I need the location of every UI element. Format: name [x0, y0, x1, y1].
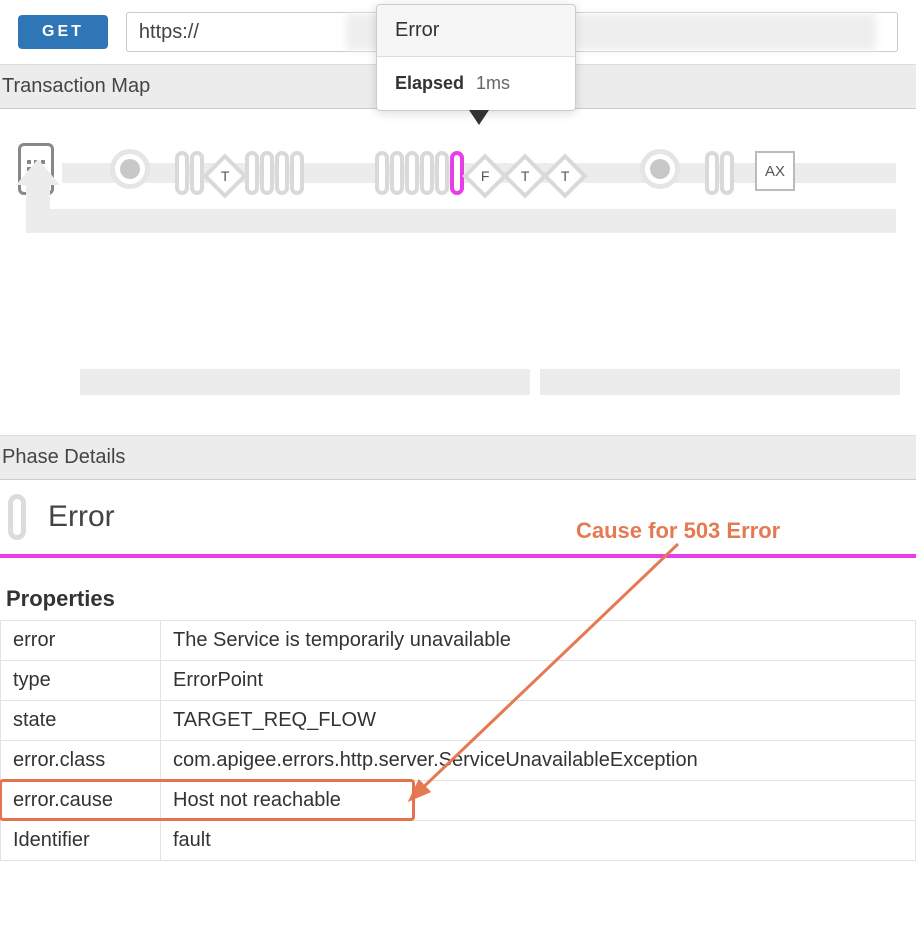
return-arrow-icon — [16, 159, 60, 185]
tooltip-title: Error — [377, 5, 575, 57]
http-method-button[interactable]: GET — [18, 15, 108, 49]
property-key: Identifier — [1, 821, 161, 861]
policy-step[interactable] — [705, 151, 719, 195]
policy-step-selected[interactable] — [450, 151, 464, 195]
properties-panel: Properties errorThe Service is temporari… — [0, 558, 916, 861]
condition-step[interactable]: F — [462, 153, 507, 198]
condition-label: T — [561, 168, 570, 184]
property-key: error — [1, 621, 161, 661]
table-row: Identifierfault — [1, 821, 916, 861]
annotation-label: Cause for 503 Error — [576, 518, 780, 544]
table-row: error.causeHost not reachable — [1, 781, 916, 821]
section-phase-details: Phase Details — [0, 435, 916, 480]
tooltip-elapsed-value: 1ms — [476, 73, 510, 94]
policy-step[interactable] — [290, 151, 304, 195]
property-value: The Service is temporarily unavailable — [161, 621, 916, 661]
property-key: state — [1, 701, 161, 741]
return-flow-bar — [26, 183, 50, 233]
timeline-track[interactable] — [80, 369, 898, 395]
policy-step[interactable] — [245, 151, 259, 195]
policy-step[interactable] — [260, 151, 274, 195]
transaction-map: T F T T AX — [0, 109, 916, 289]
condition-label: T — [521, 168, 530, 184]
table-row: errorThe Service is temporarily unavaila… — [1, 621, 916, 661]
flow-node[interactable] — [640, 149, 680, 189]
property-value: com.apigee.errors.http.server.ServiceUna… — [161, 741, 916, 781]
property-key: type — [1, 661, 161, 701]
tooltip-body: Elapsed 1ms — [377, 57, 575, 110]
policy-step[interactable] — [390, 151, 404, 195]
properties-title: Properties — [0, 586, 916, 620]
condition-step[interactable]: T — [542, 153, 587, 198]
redaction-blur — [576, 14, 876, 50]
table-row: typeErrorPoint — [1, 661, 916, 701]
phase-title: Error — [48, 500, 115, 534]
flow-node[interactable] — [110, 149, 150, 189]
condition-label: T — [221, 168, 230, 184]
policy-step[interactable] — [420, 151, 434, 195]
analytics-step[interactable]: AX — [755, 151, 795, 191]
properties-table: errorThe Service is temporarily unavaila… — [0, 620, 916, 861]
property-value: Host not reachable — [161, 781, 916, 821]
condition-step[interactable]: T — [502, 153, 547, 198]
condition-label: F — [481, 168, 490, 184]
property-key: error.cause — [1, 781, 161, 821]
timeline-segment[interactable] — [80, 369, 530, 395]
condition-step[interactable]: T — [202, 153, 247, 198]
property-value: TARGET_REQ_FLOW — [161, 701, 916, 741]
flow-group — [705, 151, 735, 195]
policy-step[interactable] — [435, 151, 449, 195]
policy-step[interactable] — [405, 151, 419, 195]
timeline-segment[interactable] — [540, 369, 900, 395]
flow-group: F T T — [375, 151, 585, 195]
property-value: ErrorPoint — [161, 661, 916, 701]
policy-step[interactable] — [275, 151, 289, 195]
policy-step[interactable] — [720, 151, 734, 195]
tooltip-pointer-icon — [469, 110, 489, 125]
tooltip-elapsed-label: Elapsed — [395, 73, 464, 94]
step-tooltip: Error Elapsed 1ms — [376, 4, 576, 111]
phase-pill-icon — [8, 494, 26, 540]
property-key: error.class — [1, 741, 161, 781]
flow-group: T — [175, 151, 305, 195]
policy-step[interactable] — [375, 151, 389, 195]
property-value: fault — [161, 821, 916, 861]
table-row: stateTARGET_REQ_FLOW — [1, 701, 916, 741]
table-row: error.classcom.apigee.errors.http.server… — [1, 741, 916, 781]
return-flow-bar — [26, 209, 896, 233]
policy-step[interactable] — [175, 151, 189, 195]
policy-step[interactable] — [190, 151, 204, 195]
